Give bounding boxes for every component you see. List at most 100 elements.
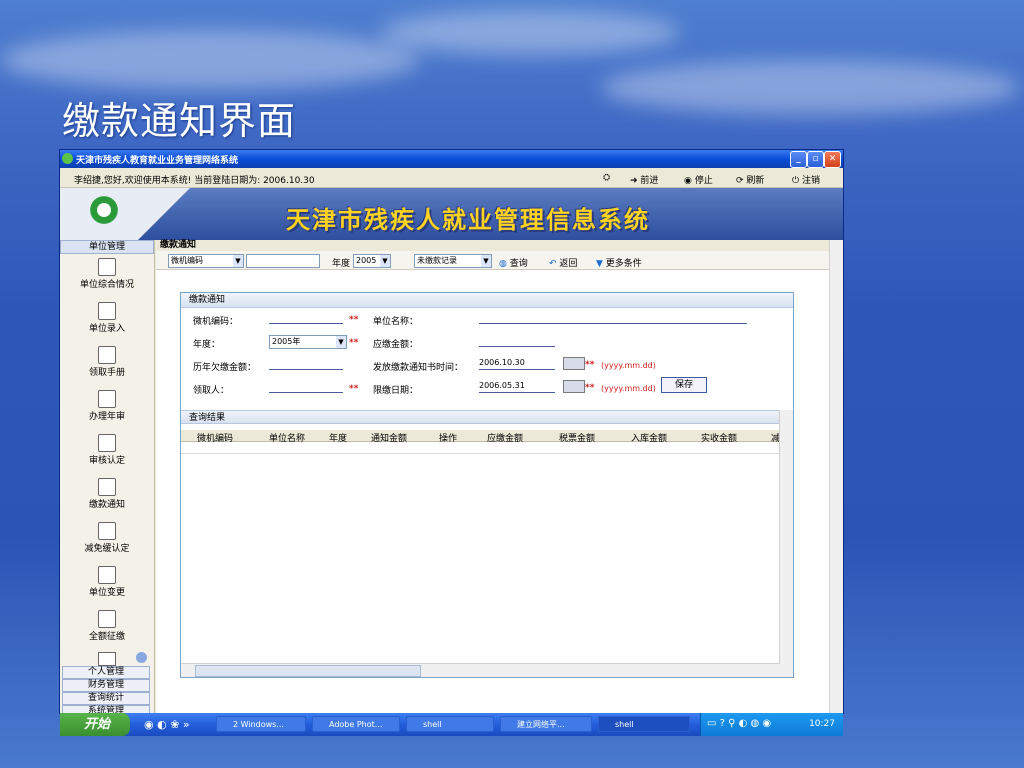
required-mark: **: [585, 383, 595, 393]
scroll-thumb[interactable]: [195, 665, 421, 677]
sidebar-item-exemption[interactable]: 减免缓认定: [60, 522, 154, 562]
year-select[interactable]: 2005 ▼: [353, 254, 391, 268]
taskbar-item-windows[interactable]: 2 Windows...: [216, 716, 306, 732]
issue-date-label: 发放缴款通知书时间：: [373, 363, 464, 373]
save-button[interactable]: 保存: [661, 377, 707, 393]
search-input[interactable]: [246, 254, 320, 268]
logo-icon: [88, 194, 120, 226]
query-button[interactable]: ◍ 查询: [499, 256, 528, 269]
sidebar-item-label: 全额征缴: [88, 632, 125, 642]
sidebar-item-annual-review[interactable]: 办理年审: [60, 390, 154, 430]
issue-date-input[interactable]: 2006.10.30: [479, 358, 555, 370]
sidebar-item-unit-change[interactable]: 单位变更: [60, 566, 154, 606]
close-button[interactable]: ✕: [824, 151, 841, 168]
form-year-select[interactable]: 2005年 ▼: [269, 335, 347, 349]
chevron-down-icon: ▼: [380, 255, 390, 267]
results-table-header: 微机编码 单位名称 年度 通知金额 操作 应缴金额 税票金额 入库金额 实收金额…: [181, 430, 781, 444]
receiver-input[interactable]: [269, 381, 343, 393]
app-icon: [62, 153, 73, 164]
system-tray: ▭ ? ⚲ ◐ ◍ ◉ 10:27: [700, 713, 843, 736]
content-header: 缴款通知: [156, 240, 843, 251]
sidebar-item-label: 单位录入: [88, 324, 125, 334]
calendar-icon[interactable]: [563, 380, 585, 393]
more-conditions-button[interactable]: ▼ 更多条件: [596, 256, 642, 269]
sidebar-item-receive-manual[interactable]: 领取手册: [60, 346, 154, 386]
unit-name-input[interactable]: [479, 312, 747, 324]
calendar-icon[interactable]: [563, 357, 585, 370]
review-icon: [98, 434, 116, 452]
sidebar-item-label: 审核认定: [88, 456, 125, 466]
taskbar-item-shell-active[interactable]: shell: [598, 716, 690, 732]
receiver-label: 领取人：: [193, 386, 230, 396]
sidebar-item-label: 办理年审: [88, 412, 125, 422]
tray-icons[interactable]: ▭ ? ⚲ ◐ ◍ ◉: [707, 718, 771, 729]
maximize-button[interactable]: ▫: [807, 151, 824, 168]
network-icon: [98, 652, 116, 666]
network-icon: ⛭: [603, 173, 611, 183]
arrears-label: 历年欠缴金额：: [193, 363, 257, 373]
field-select[interactable]: 微机编码 ▼: [168, 254, 244, 268]
app-window: 天津市残疾人教育就业业务管理网络系统 _ ▫ ✕ 李绍捷,您好,欢迎使用本系统!…: [60, 150, 843, 718]
sidebar-spacer: [60, 650, 154, 666]
required-mark: **: [349, 315, 359, 325]
code-input[interactable]: [269, 312, 343, 324]
sidebar-item-approval[interactable]: 审核认定: [60, 434, 154, 474]
sidebar-item-unit-entry[interactable]: 单位录入: [60, 302, 154, 342]
main-content: 缴款通知 微机编码 ▼ 年度 2005 ▼ 未缴款记录 ▼ ◍ 查询 ↶ 返回 ▼ 更…: [156, 240, 843, 713]
panel-title: 缴款通知: [181, 293, 793, 308]
chevron-down-icon: ▼: [336, 336, 346, 348]
sidebar-item-full-collection[interactable]: 全额征缴: [60, 610, 154, 650]
sidebar-item-payment-notice[interactable]: 缴款通知: [60, 478, 154, 518]
start-button[interactable]: 开始: [60, 713, 130, 736]
sidebar: 单位管理 单位综合情况 单位录入 领取手册 办理年审 审核认定 缴款通知 减免缓…: [60, 240, 155, 718]
required-mark: **: [349, 384, 359, 394]
minimize-button[interactable]: _: [790, 151, 807, 168]
sidebar-header[interactable]: 单位管理: [60, 240, 154, 254]
unit-name-label: 单位名称：: [373, 317, 419, 327]
sidebar-item-label: 领取手册: [88, 368, 125, 378]
document-icon: [98, 610, 116, 628]
required-mark: **: [349, 338, 359, 348]
main-vertical-scrollbar[interactable]: [829, 240, 843, 713]
arrears-input[interactable]: [269, 358, 343, 370]
query-toolbar: 微机编码 ▼ 年度 2005 ▼ 未缴款记录 ▼ ◍ 查询 ↶ 返回 ▼ 更多条件: [156, 251, 843, 270]
sidebar-finance-management[interactable]: 财务管理: [62, 679, 150, 692]
document-icon: [98, 390, 116, 408]
slide-title: 缴款通知界面: [62, 99, 297, 143]
results-vertical-scrollbar[interactable]: [779, 410, 793, 677]
year-label: 年度: [332, 259, 351, 269]
taskbar-item-photoshop[interactable]: Adobe Phot...: [312, 716, 400, 732]
date-format-hint: (yyyy.mm.dd): [601, 361, 656, 370]
form-icon: [98, 522, 116, 540]
scroll-down-icon[interactable]: [136, 652, 147, 663]
refresh-button[interactable]: ⟳ 刷新: [736, 173, 764, 186]
background-cloud: [600, 60, 1020, 115]
due-amount-input[interactable]: [479, 335, 555, 347]
sidebar-item-unit-overview[interactable]: 单位综合情况: [60, 258, 154, 298]
chevron-down-icon: ▼: [233, 255, 243, 267]
chevron-down-icon: ▼: [481, 255, 491, 267]
stop-button[interactable]: ◉ 停止: [684, 173, 713, 186]
logout-button[interactable]: ⏻ 注销: [792, 173, 820, 186]
taskbar-item-shell[interactable]: shell: [406, 716, 494, 732]
date-format-hint: (yyyy.mm.dd): [601, 384, 656, 393]
taskbar-item-network-platform[interactable]: 建立网络平...: [500, 716, 592, 732]
banner-title: 天津市残疾人就业管理信息系统: [286, 206, 650, 234]
menubar: 李绍捷,您好,欢迎使用本系统! 当前登陆日期为: 2006.10.30 ⛭ ➜ …: [60, 170, 843, 188]
back-button[interactable]: ↶ 返回: [549, 256, 577, 269]
sidebar-item-label: 单位变更: [88, 588, 125, 598]
quicklaunch-icons[interactable]: ◉ ◐ ❀ »: [144, 718, 190, 731]
sidebar-personal-management[interactable]: 个人管理: [62, 666, 150, 679]
status-select[interactable]: 未缴款记录 ▼: [414, 254, 492, 268]
results-horizontal-scrollbar[interactable]: [181, 663, 780, 677]
deadline-input[interactable]: 2006.05.31: [479, 381, 555, 393]
banner-wedge: [60, 188, 190, 240]
sidebar-query-statistics[interactable]: 查询统计: [62, 692, 150, 705]
table-row[interactable]: [181, 443, 781, 454]
notice-panel: 缴款通知 微机编码： ** 单位名称： 年度： 2005年 ▼ ** 应缴金额： …: [180, 292, 794, 678]
notice-icon: [98, 478, 116, 496]
background-cloud: [380, 10, 680, 55]
taskbar: 开始 ◉ ◐ ❀ » 2 Windows... Adobe Phot... sh…: [60, 713, 843, 736]
due-amount-label: 应缴金额：: [373, 340, 419, 350]
forward-button[interactable]: ➜ 前进: [630, 173, 658, 186]
